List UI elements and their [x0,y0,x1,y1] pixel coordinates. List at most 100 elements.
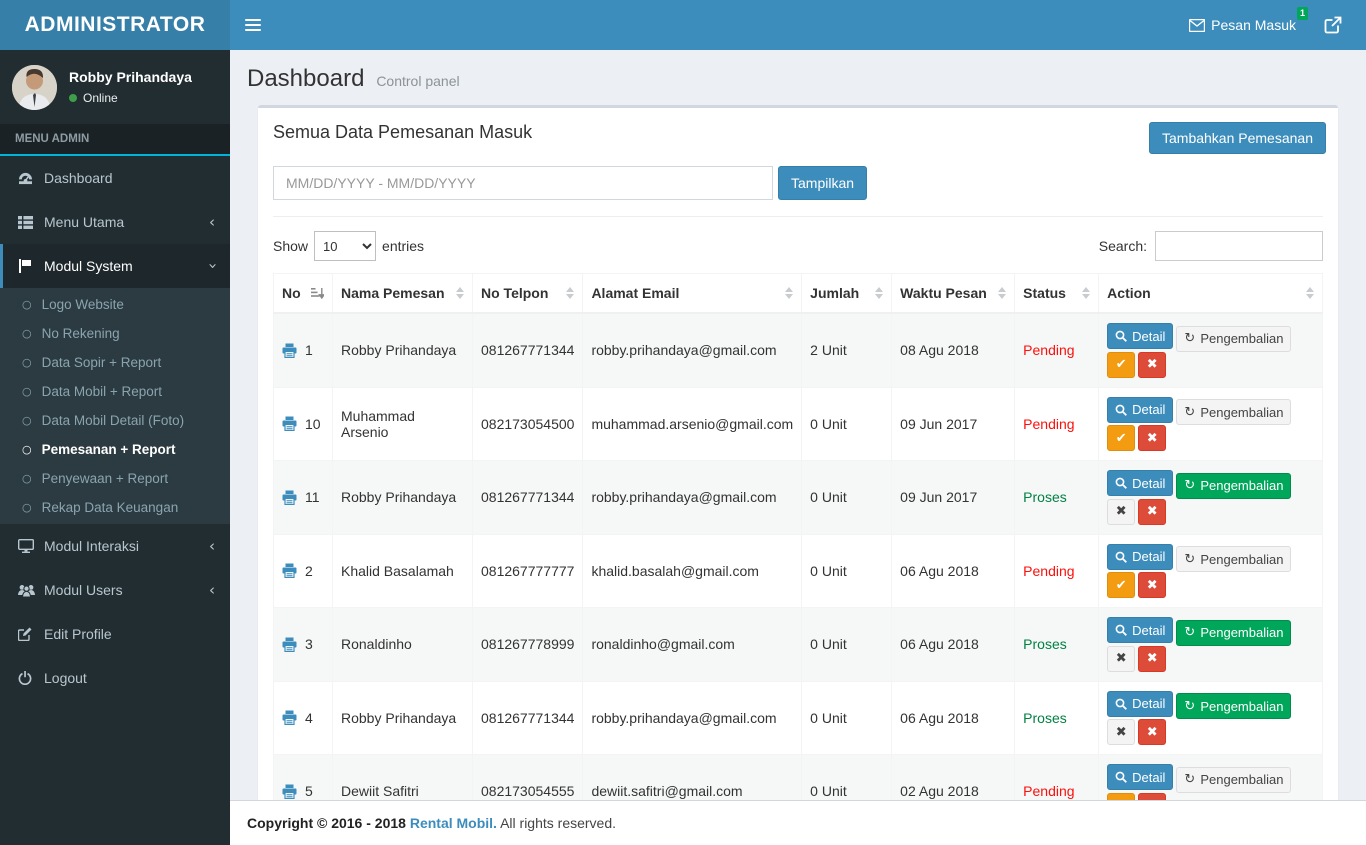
column-header-nama-pemesan[interactable]: Nama Pemesan [332,273,473,314]
brand-logo[interactable]: ADMINISTRATOR [0,0,230,50]
rights-text: All rights reserved. [500,815,617,831]
search-control: Search: [1099,231,1323,261]
cell-action: Detail↻Pengembalian ✔✖ [1098,312,1323,388]
row-number: 5 [305,783,313,800]
delete-button[interactable]: ✖ [1138,572,1167,598]
column-header-alamat-email[interactable]: Alamat Email [582,273,803,314]
detail-button[interactable]: Detail [1107,690,1174,717]
sidebar-item-modul-users[interactable]: Modul Users ‹ [0,568,230,612]
sort-icon [456,283,464,303]
sidebar-submenu: ○ Logo Website ○ No Rekening ○ Data Sopir + R… [0,288,230,524]
column-header-action[interactable]: Action [1098,273,1323,314]
submenu-item[interactable]: ○ Penyewaan + Report [0,464,230,493]
submenu-item-label: Data Sopir + Report [41,355,162,370]
column-header-no[interactable]: No [273,273,333,314]
print-icon[interactable] [282,710,297,726]
show-label: Show [273,238,309,254]
delete-button[interactable]: ✖ [1138,645,1167,672]
column-header-waktu-pesan[interactable]: Waktu Pesan [891,273,1016,314]
cell-status: Pending [1014,312,1100,388]
submenu-item[interactable]: ○ Rekap Data Keuangan [0,493,230,522]
users-icon [18,584,44,597]
submenu-item-label: No Rekening [41,326,120,341]
pengembalian-button[interactable]: ↻Pengembalian [1176,546,1292,572]
cell-no: 10 [273,386,333,461]
cancel-process-button[interactable]: ✖ [1107,498,1136,525]
circle-o-icon: ○ [22,385,32,398]
print-icon[interactable] [282,637,297,652]
pengembalian-button[interactable]: ↻Pengembalian [1176,693,1292,719]
share-square-icon[interactable] [1310,0,1356,50]
detail-button[interactable]: Detail [1107,543,1174,570]
delete-button[interactable]: ✖ [1138,498,1167,525]
pengembalian-button[interactable]: ↻Pengembalian [1176,399,1292,425]
approve-button[interactable]: ✔ [1107,425,1136,451]
add-order-button[interactable]: Tambahkan Pemesanan [1149,122,1326,154]
messages-menu[interactable]: Pesan Masuk 1 [1175,0,1310,50]
table-row: 11 Robby Prihandaya 081267771344 robby.prih… [273,460,1323,535]
submenu-item[interactable]: ○ Data Mobil + Report [0,377,230,406]
submenu-item-label: Data Mobil Detail (Foto) [41,413,185,428]
column-header-jumlah[interactable]: Jumlah [801,273,893,314]
sidebar: Robby Prihandaya Online MENU ADMIN Dashb… [0,50,230,845]
footer-brand-link[interactable]: Rental Mobil. [410,815,497,831]
sidebar-item-label: Menu Utama [44,214,125,230]
approve-button[interactable]: ✔ [1107,351,1136,378]
submenu-item[interactable]: ○ Logo Website [0,290,230,319]
cancel-process-button[interactable]: ✖ [1107,719,1136,745]
box-header: Semua Data Pemesanan Masuk Tambahkan Pem… [258,108,1338,164]
column-header-status[interactable]: Status [1014,273,1100,314]
submenu-item[interactable]: ○ Data Mobil Detail (Foto) [0,406,230,435]
print-icon[interactable] [282,784,297,799]
print-icon[interactable] [282,490,297,505]
submenu-item[interactable]: ○ No Rekening [0,319,230,348]
detail-button[interactable]: Detail [1107,764,1174,790]
approve-button[interactable]: ✔ [1107,572,1136,598]
sidebar-item-dashboard[interactable]: Dashboard [0,156,230,200]
sidebar-section-header: MENU ADMIN [0,124,230,156]
cell-action: Detail ↻ Pengembalian ✖ ✖ [1098,680,1323,755]
cell-status: Pending [1014,386,1100,461]
print-icon[interactable] [282,343,297,358]
date-range-input[interactable] [273,166,773,200]
pengembalian-button[interactable]: ↻Pengembalian [1176,766,1292,793]
delete-button[interactable]: ✖ [1138,425,1167,451]
cell-phone: 082173054500 [471,386,584,461]
user-status[interactable]: Online [69,91,192,105]
detail-button[interactable]: Detail [1107,470,1174,496]
submenu-item[interactable]: ○ Pemesanan + Report [0,435,230,464]
row-number: 10 [305,415,321,432]
cancel-process-button[interactable]: ✖ [1107,645,1136,672]
content-wrapper: Dashboard Control panel Semua Data Pemes… [230,0,1366,845]
search-input[interactable] [1155,231,1323,261]
cell-date: 09 Jun 2017 [891,460,1016,535]
pengembalian-button[interactable]: ↻Pengembalian [1176,472,1292,499]
detail-button[interactable]: Detail [1107,323,1174,349]
cell-phone: 081267771344 [471,312,584,388]
sidebar-item-edit-profile[interactable]: Edit Profile [0,612,230,656]
pengembalian-button[interactable]: ↻Pengembalian [1176,325,1292,352]
flag-icon [18,259,44,273]
sidebar-toggle-icon[interactable] [230,0,275,50]
column-header-no-telpon[interactable]: No Telpon [471,273,584,314]
sidebar-item-modul-system[interactable]: Modul System ‹ [0,244,230,288]
sidebar-item-menu-utama[interactable]: Menu Utama ‹ [0,200,230,244]
cell-qty: 0 Unit [801,680,893,755]
detail-button[interactable]: Detail [1107,396,1174,423]
sidebar-item-modul-interaksi[interactable]: Modul Interaksi ‹ [0,524,230,568]
delete-button[interactable]: ✖ [1138,351,1167,378]
pengembalian-button[interactable]: ↻Pengembalian [1176,619,1292,646]
cell-qty: 0 Unit [801,460,893,535]
detail-button[interactable]: Detail [1107,617,1174,643]
submenu-item-label: Penyewaan + Report [41,471,169,486]
delete-button[interactable]: ✖ [1138,719,1167,745]
show-filter-button[interactable]: Tampilkan [778,166,868,200]
page-length-select[interactable]: 10 [314,231,377,261]
cell-email: robby.prihandaya@gmail.com [582,460,803,535]
print-icon[interactable] [282,416,297,432]
orders-table: No Nama Pemesan No Telpon Alamat Email Jumla… [273,273,1323,845]
print-icon[interactable] [282,563,297,579]
sidebar-item-logout[interactable]: Logout [0,656,230,700]
submenu-item[interactable]: ○ Data Sopir + Report [0,348,230,377]
sidebar-item-label: Modul Interaksi [44,538,139,554]
